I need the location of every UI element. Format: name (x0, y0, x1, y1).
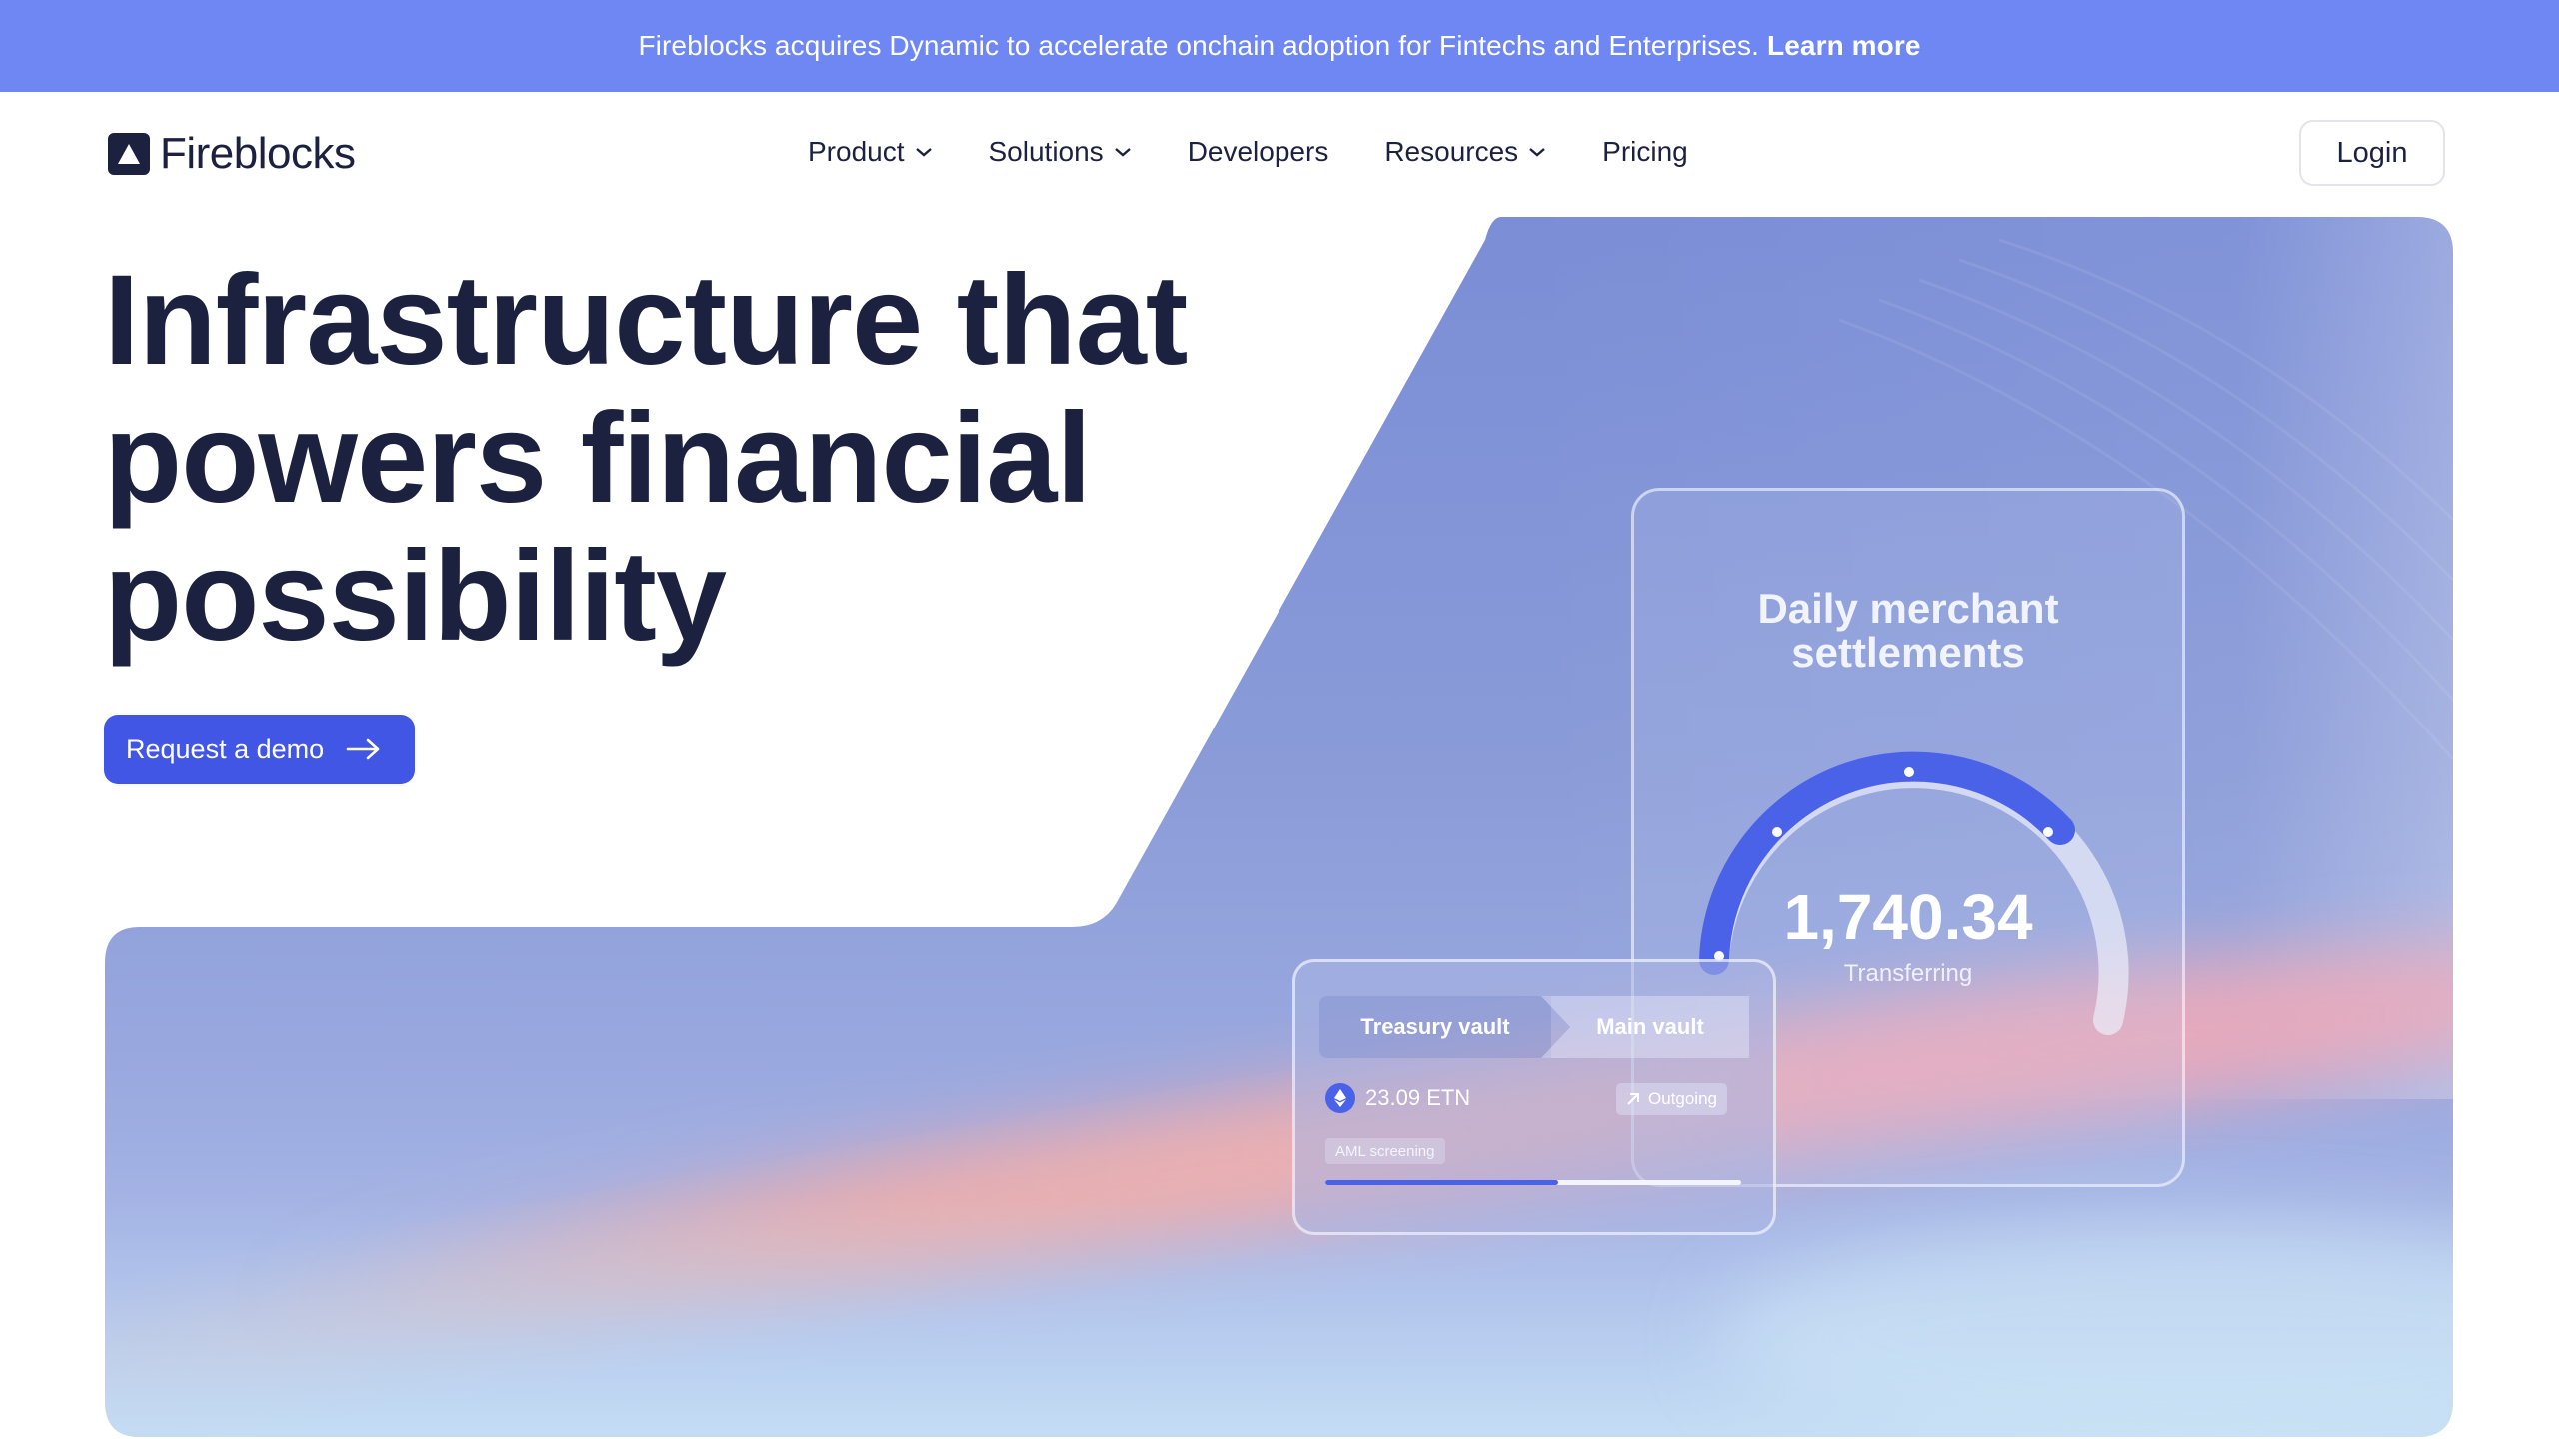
transfer-progress-fill (1325, 1180, 1558, 1185)
nav-item-label: Solutions (988, 136, 1104, 167)
aml-screening-badge: AML screening (1325, 1138, 1445, 1164)
nav-item-label: Developers (1187, 136, 1329, 167)
learn-more-link[interactable]: Learn more (1767, 30, 1921, 62)
login-button[interactable]: Login (2299, 120, 2445, 186)
settlement-value: 1,740.34 (1783, 881, 2033, 953)
main-menu: Product Solutions Developers Resources P… (808, 136, 1744, 168)
chevron-down-icon (1529, 148, 1545, 157)
amount-value: 23.09 (1365, 1085, 1421, 1110)
direction-badge: Outgoing (1616, 1083, 1727, 1115)
chevron-down-icon (915, 148, 932, 157)
arrow-right-icon (346, 738, 380, 760)
tab-main-vault: Main vault (1541, 996, 1749, 1058)
tab-treasury-vault: Treasury vault (1319, 996, 1551, 1058)
nav-item-pricing[interactable]: Pricing (1602, 136, 1688, 168)
announcement-text: Fireblocks acquires Dynamic to accelerat… (638, 30, 1760, 61)
ethereum-icon (1325, 1083, 1355, 1113)
announcement-banner: Fireblocks acquires Dynamic to accelerat… (0, 0, 2559, 92)
fireblocks-logo-icon (108, 133, 150, 175)
amount-currency: ETN (1426, 1085, 1471, 1110)
nav-item-label: Pricing (1602, 136, 1688, 167)
fireblocks-logo[interactable]: Fireblocks (108, 129, 356, 178)
tab-main-vault-label: Main vault (1596, 1014, 1704, 1039)
hero-title-line: possibility (104, 525, 727, 668)
nav-item-label: Resources (1384, 136, 1519, 167)
logo-text: Fireblocks (160, 129, 356, 178)
gauge-dot (1904, 767, 1914, 777)
nav-item-solutions[interactable]: Solutions (989, 136, 1132, 168)
transfer-progress (1325, 1180, 1741, 1185)
direction-label: Outgoing (1648, 1089, 1717, 1108)
hero-title-line: powers financial (104, 387, 1092, 530)
nav-item-label: Product (808, 136, 905, 167)
nav-item-product[interactable]: Product (808, 136, 933, 168)
nav-item-resources[interactable]: Resources (1384, 136, 1546, 168)
gauge-dot (1772, 827, 1782, 837)
hero-title: Infrastructure that powers financial pos… (104, 252, 1303, 666)
gauge-dot (2043, 827, 2053, 837)
hero-title-line: Infrastructure that (104, 249, 1188, 392)
vault-transfer-card: Treasury vault Main vault 23.09 ETN Outg… (1292, 959, 1776, 1235)
top-nav: Fireblocks Product Solutions Developers … (0, 92, 2559, 214)
nav-item-developers[interactable]: Developers (1188, 136, 1329, 168)
arrow-up-right-icon (1627, 1093, 1639, 1105)
request-demo-label: Request a demo (126, 733, 325, 764)
chevron-down-icon (1114, 148, 1131, 157)
request-demo-button[interactable]: Request a demo (104, 715, 415, 784)
transfer-amount: 23.09 ETN (1325, 1083, 1470, 1113)
